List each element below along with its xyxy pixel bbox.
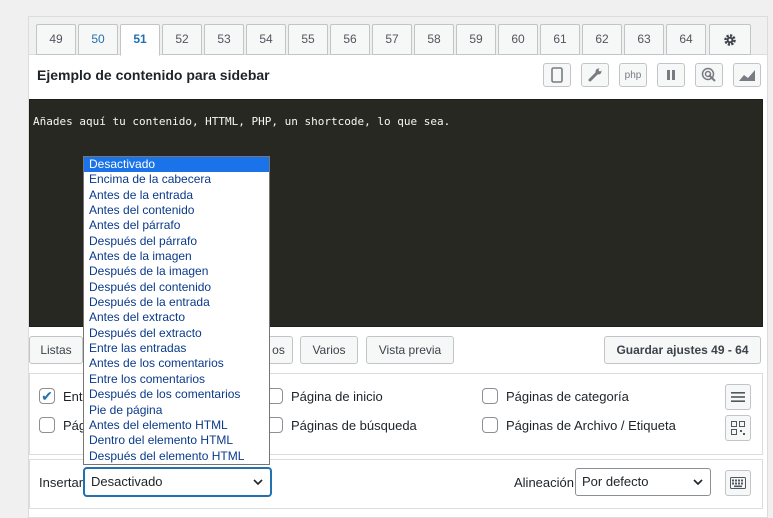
option-archive[interactable]: Páginas de Archivo / Etiqueta	[482, 417, 676, 433]
pages-checkbox[interactable]	[39, 417, 55, 433]
tab-49[interactable]: 49	[36, 24, 76, 55]
dropdown-option[interactable]: Dentro del elemento HTML	[84, 433, 269, 448]
dropdown-option[interactable]: Encima de la cabecera	[84, 172, 269, 187]
gear-icon	[724, 34, 736, 46]
preview-button[interactable]: Vista previa	[366, 336, 454, 364]
option-entries[interactable]: Entr	[39, 388, 87, 404]
tab-59[interactable]: 59	[456, 24, 496, 55]
archive-label: Páginas de Archivo / Etiqueta	[506, 417, 676, 433]
tab-52[interactable]: 52	[162, 24, 202, 55]
dropdown-option[interactable]: Antes del contenido	[84, 203, 269, 218]
dropdown-option[interactable]: Antes de los comentarios	[84, 356, 269, 371]
option-category[interactable]: Páginas de categoría	[482, 388, 629, 404]
alignment-select[interactable]: Por defecto	[575, 468, 711, 496]
entries-checkbox[interactable]	[39, 388, 55, 404]
home-label: Página de inicio	[291, 388, 383, 404]
list-settings-button[interactable]	[725, 384, 751, 410]
tools-button[interactable]	[581, 63, 609, 87]
tab-54[interactable]: 54	[246, 24, 286, 55]
option-home[interactable]: Página de inicio	[267, 388, 383, 404]
dropdown-option[interactable]: Antes del elemento HTML	[84, 418, 269, 433]
chart-icon	[739, 70, 755, 81]
tab-55[interactable]: 55	[288, 24, 328, 55]
category-label: Páginas de categoría	[506, 388, 629, 404]
archive-checkbox[interactable]	[482, 417, 498, 433]
dropdown-option[interactable]: Después del contenido	[84, 280, 269, 295]
alignment-select-value: Por defecto	[582, 474, 649, 489]
option-search[interactable]: Páginas de búsqueda	[267, 417, 417, 433]
tab-57[interactable]: 57	[372, 24, 412, 55]
dropdown-option[interactable]: Entre los comentarios	[84, 372, 269, 387]
tab-64[interactable]: 64	[666, 24, 706, 55]
search-label: Páginas de búsqueda	[291, 417, 417, 433]
insert-row: Insertar Desactivado Alineación Por defe…	[29, 459, 763, 509]
insert-select[interactable]: Desactivado	[84, 468, 271, 496]
block-tabs: 49 50 51 52 53 54 55 56 57 58 59 60 61 6…	[29, 17, 767, 56]
dropdown-option[interactable]: Después del extracto	[84, 326, 269, 341]
click-tracking-button[interactable]	[695, 63, 723, 87]
tablet-icon	[551, 67, 563, 83]
dropdown-option[interactable]: Después de la entrada	[84, 295, 269, 310]
dropdown-option[interactable]: Después de la imagen	[84, 264, 269, 279]
pause-icon	[667, 70, 675, 80]
tab-61[interactable]: 61	[540, 24, 580, 55]
dropdown-option[interactable]: Después del párrafo	[84, 234, 269, 249]
tab-56[interactable]: 56	[330, 24, 370, 55]
insert-select-value: Desactivado	[91, 474, 163, 489]
list-icon	[731, 392, 745, 402]
tab-62[interactable]: 62	[582, 24, 622, 55]
category-checkbox[interactable]	[482, 388, 498, 404]
alignment-label: Alineación	[514, 475, 574, 490]
keyboard-icon	[730, 477, 746, 489]
tab-58[interactable]: 58	[414, 24, 454, 55]
dropdown-option[interactable]: Desactivado	[84, 157, 269, 173]
block-title: Ejemplo de contenido para sidebar	[37, 67, 270, 83]
qr-code-icon	[731, 421, 745, 435]
option-pages[interactable]: Pág	[39, 417, 86, 433]
insert-dropdown-list[interactable]: Desactivado Encima de la cabecera Antes …	[83, 156, 270, 465]
wrench-icon	[588, 68, 602, 82]
save-settings-button[interactable]: Guardar ajustes 49 - 64	[604, 336, 761, 364]
dropdown-option[interactable]: Pie de página	[84, 403, 269, 418]
pause-button[interactable]	[657, 63, 685, 87]
chevron-down-icon	[693, 479, 703, 486]
tab-60[interactable]: 60	[498, 24, 538, 55]
dropdown-option[interactable]: Antes de la imagen	[84, 249, 269, 264]
tab-63[interactable]: 63	[624, 24, 664, 55]
chevron-down-icon	[253, 479, 263, 486]
lists-button[interactable]: Listas	[29, 336, 83, 364]
tab-50[interactable]: 50	[78, 24, 118, 55]
editor-content: Añades aquí tu contenido, HTTML, PHP, un…	[33, 115, 451, 128]
tab-53[interactable]: 53	[204, 24, 244, 55]
tab-51[interactable]: 51	[120, 24, 160, 56]
dropdown-option[interactable]: Después de los comentarios	[84, 387, 269, 402]
dropdown-option[interactable]: Entre las entradas	[84, 341, 269, 356]
dropdown-option[interactable]: Antes del extracto	[84, 310, 269, 325]
grid-settings-button[interactable]	[725, 415, 751, 441]
target-click-icon	[701, 67, 716, 82]
insert-label: Insertar	[39, 475, 84, 490]
dropdown-option[interactable]: Antes de la entrada	[84, 188, 269, 203]
keyboard-button[interactable]	[725, 470, 751, 496]
php-button[interactable]: php	[619, 63, 647, 87]
statistics-button[interactable]	[733, 63, 761, 87]
settings-tab[interactable]	[709, 24, 751, 55]
dropdown-option[interactable]: Antes del párrafo	[84, 218, 269, 233]
misc-button[interactable]: Varios	[300, 336, 358, 364]
dropdown-option[interactable]: Después del elemento HTML	[84, 449, 269, 464]
mobile-preview-button[interactable]	[543, 63, 571, 87]
